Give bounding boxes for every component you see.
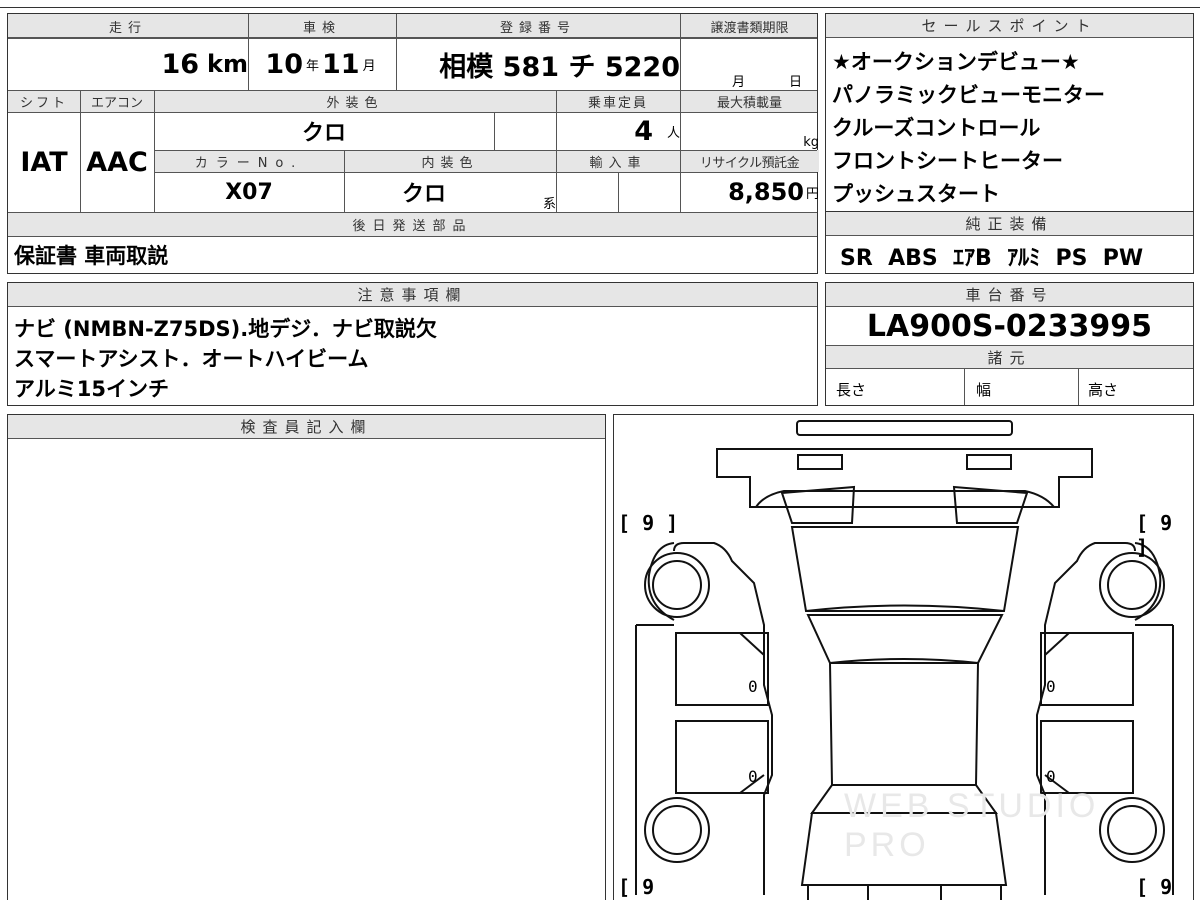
deadline-month-unit: 月 [732, 75, 746, 90]
tire-front-left-label: [ 9 ] [618, 511, 679, 535]
exterior-color-value: クロ [301, 121, 346, 146]
car-diagram-panel: [ 9 ] [ 9 ] [ 9 [ 9 ] 0 0 0 0 WEB STUDIO… [613, 414, 1194, 900]
aircon-header: エアコン [90, 95, 143, 111]
later-parts-header: 後日発送部品 [352, 218, 473, 234]
recycle-header: リサイクル預託金 [699, 155, 800, 171]
interior-color-header: 内装色 [421, 155, 479, 171]
sales-point-1: ★オークションデビュー★ [832, 50, 1080, 74]
inspection-year: 10 [265, 48, 303, 80]
inspection-year-unit: 年 [305, 58, 319, 74]
recycle-value: 8,850 [728, 178, 804, 206]
transfer-deadline-header: 譲渡書類期限 [710, 20, 789, 36]
inspector-header: 検査員記入欄 [8, 415, 605, 439]
inspection-month-unit: 月 [362, 58, 376, 74]
mileage-header: 走行 [108, 20, 147, 36]
top-cropped-strip [0, 0, 1200, 8]
vehicle-info-table: 走行 車検 登録番号 譲渡書類期限 16 km 10 年 11 月 相模 581… [7, 13, 819, 274]
door-count-rear-right: 0 [1046, 767, 1056, 786]
recycle-value-cell: 8,850 円 [680, 172, 823, 212]
spec-length: 長さ [836, 381, 867, 399]
color-no-value: X07 [225, 179, 273, 205]
notes-line-3: アルミ15インチ [14, 377, 170, 401]
recycle-unit: 円 [805, 186, 819, 202]
registration-plate: 相模 581 チ 5220 [439, 51, 680, 83]
equipment-header: 純正装備 [826, 212, 1193, 236]
spec-width: 幅 [976, 381, 992, 399]
notes-line-2: スマートアシスト．オートハイビーム [14, 347, 369, 371]
sales-points-header: セールスポイント [826, 14, 1193, 38]
exterior-color-header: 外装色 [326, 95, 384, 111]
chassis-number: LA900S-0233995 [866, 308, 1153, 344]
watermark: WEB STUDIO PRO [844, 787, 1100, 864]
mileage-value-cell: 16 km [8, 38, 254, 90]
sales-point-4: フロントシートヒーター [832, 149, 1063, 173]
door-count-rear-left: 0 [748, 767, 758, 786]
import-header: 輸入車 [589, 155, 647, 171]
max-load-header: 最大積載量 [716, 95, 782, 111]
mileage-value: 16 [161, 48, 200, 80]
max-load-unit: kg [803, 135, 819, 150]
shift-header: シフト [19, 95, 68, 111]
registration-header: 登録番号 [499, 20, 576, 36]
notes-panel: 注意事項欄 ナビ (NMBN-Z75DS).地デジ．ナビ取説欠 スマートアシスト… [7, 282, 818, 406]
inspection-month: 11 [322, 48, 360, 80]
interior-color-value: クロ [401, 182, 446, 207]
capacity-header: 乗車定員 [587, 95, 648, 111]
chassis-panel: 車台番号 LA900S-0233995 諸元 長さ 幅 高さ [825, 282, 1194, 406]
sales-point-3: クルーズコントロール [832, 116, 1041, 140]
door-count-front-right: 0 [1046, 677, 1056, 696]
spec-height: 高さ [1088, 381, 1119, 399]
inspector-panel: 検査員記入欄 [7, 414, 606, 900]
notes-header: 注意事項欄 [8, 283, 817, 307]
inspection-value-cell: 10 年 11 月 [248, 38, 396, 90]
chassis-header: 車台番号 [826, 283, 1193, 307]
mileage-unit: km [207, 50, 248, 78]
deadline-units: 月 日 [680, 38, 819, 94]
deadline-day-unit: 日 [789, 75, 803, 90]
shift-value: IAT [20, 146, 68, 178]
tire-front-right-label: [ 9 ] [1136, 511, 1173, 559]
aircon-value: AAC [86, 146, 148, 178]
inspection-header: 車検 [302, 20, 341, 36]
notes-line-1: ナビ (NMBN-Z75DS).地デジ．ナビ取説欠 [14, 317, 437, 341]
interior-color-suffix: 系 [542, 197, 556, 212]
tire-rear-right-label: [ 9 ] [1136, 875, 1173, 900]
later-parts-value: 保証書 車両取説 [14, 243, 169, 268]
equipment-panel: 純正装備 SR ABS ｴｱB ｱﾙﾐ PS PW [825, 211, 1194, 274]
spec-header: 諸元 [826, 345, 1193, 369]
sales-point-5: プッシュスタート [832, 182, 1000, 206]
capacity-value-cell: 4 人 [556, 112, 686, 150]
capacity-unit: 人 [666, 125, 680, 141]
door-count-front-left: 0 [748, 677, 758, 696]
sales-point-2: パノラミックビューモニター [832, 83, 1105, 107]
sales-points-panel: セールスポイント ★オークションデビュー★ パノラミックビューモニター クルーズ… [825, 13, 1194, 212]
color-no-header: カラーNo. [194, 155, 304, 171]
tire-rear-left-label: [ 9 [618, 875, 655, 899]
equipment-items: SR ABS ｴｱB ｱﾙﾐ PS PW [840, 246, 1144, 271]
capacity-value: 4 [634, 115, 653, 147]
